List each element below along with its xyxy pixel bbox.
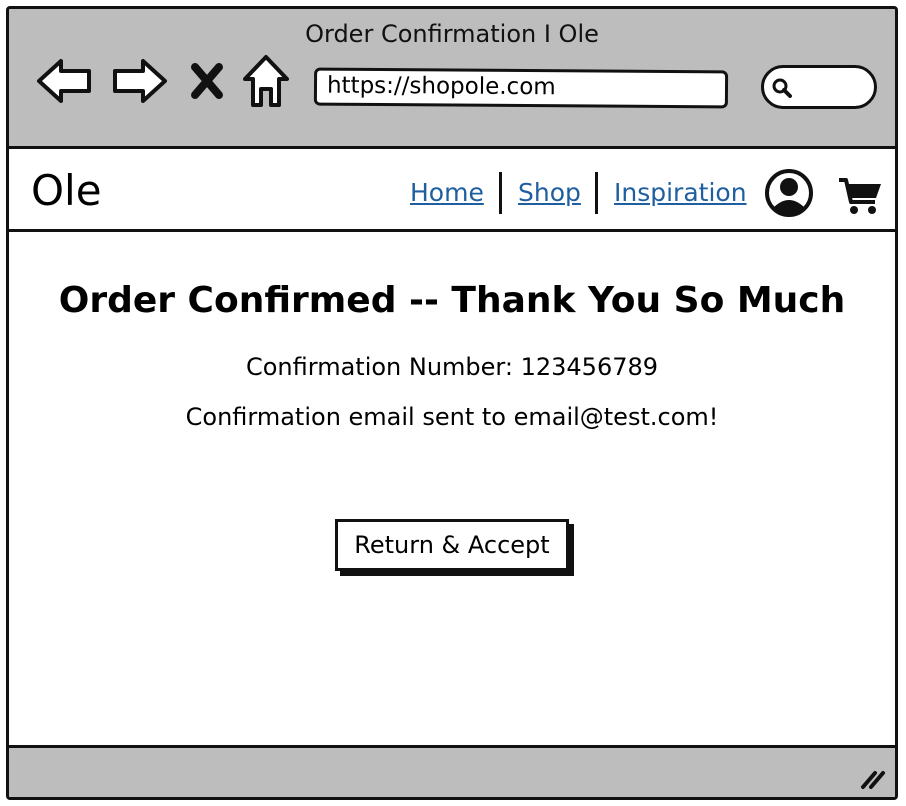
nav-link-inspiration[interactable]: Inspiration (614, 178, 747, 208)
browser-search-box[interactable] (761, 65, 877, 109)
site-header: Ole Home Shop Inspiration (9, 152, 895, 232)
back-arrow-icon[interactable] (35, 53, 95, 109)
url-bar[interactable]: https://shopole.com (313, 67, 729, 109)
nav-link-shop[interactable]: Shop (518, 178, 581, 208)
home-icon[interactable] (241, 53, 291, 109)
close-icon[interactable] (187, 53, 227, 109)
browser-status-bar (9, 745, 895, 797)
nav-separator (595, 172, 598, 214)
browser-window: Order Confirmation I Ole https://shopole… (6, 6, 898, 800)
user-account-icon[interactable] (764, 168, 814, 218)
forward-arrow-icon[interactable] (109, 53, 169, 109)
confirmation-number: Confirmation Number: 123456789 (245, 353, 659, 381)
browser-chrome: Order Confirmation I Ole https://shopole… (9, 9, 895, 149)
site-logo[interactable]: Ole (31, 166, 102, 216)
nav-separator (499, 172, 502, 214)
return-accept-button[interactable]: Return & Accept (335, 519, 569, 571)
search-icon (772, 78, 792, 98)
page-title: Order Confirmed -- Thank You So Much (58, 280, 846, 321)
shopping-cart-icon[interactable] (837, 176, 883, 216)
resize-handle-icon[interactable] (857, 765, 887, 791)
nav-link-home[interactable]: Home (410, 178, 484, 208)
confirmation-email-message: Confirmation email sent to email@test.co… (185, 403, 719, 431)
window-title: Order Confirmation I Ole (305, 20, 599, 48)
